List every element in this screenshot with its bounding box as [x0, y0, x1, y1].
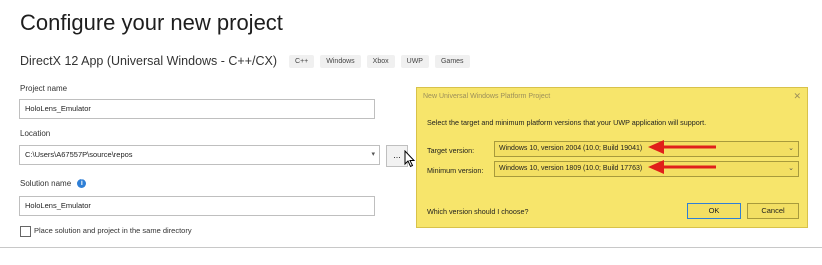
target-version-value: Windows 10, version 2004 (10.0; Build 19…	[499, 145, 643, 152]
chevron-down-icon[interactable]: ⌄	[788, 162, 794, 176]
chevron-down-icon[interactable]: ▾	[371, 146, 375, 164]
location-value: C:\Users\A67557P\source\repos	[25, 150, 133, 159]
ok-button[interactable]: OK	[687, 203, 741, 219]
tag-games: Games	[434, 54, 470, 68]
page-title: Configure your new project	[20, 10, 283, 35]
solution-name-label: Solution name i	[20, 179, 87, 189]
tag-windows: Windows	[320, 54, 361, 68]
target-version-select[interactable]: Windows 10, version 2004 (10.0; Build 19…	[494, 141, 799, 157]
target-version-label: Target version:	[427, 146, 475, 155]
uwp-version-dialog: New Universal Windows Platform Project ✕…	[416, 87, 808, 228]
dialog-titlebar: New Universal Windows Platform Project ✕	[417, 88, 807, 106]
red-arrow-icon	[648, 140, 716, 154]
info-icon[interactable]: i	[77, 179, 87, 189]
version-help-link[interactable]: Which version should I choose?	[427, 207, 528, 216]
dialog-instructions: Select the target and minimum platform v…	[427, 118, 707, 127]
dialog-title: New Universal Windows Platform Project	[423, 93, 551, 100]
project-name-input[interactable]: HoloLens_Emulator	[19, 99, 375, 119]
divider	[0, 247, 822, 248]
same-directory-label: Place solution and project in the same d…	[34, 226, 192, 235]
tag-cpp: C++	[289, 54, 315, 68]
same-directory-checkbox[interactable]	[20, 226, 31, 237]
minimum-version-value: Windows 10, version 1809 (10.0; Build 17…	[499, 165, 643, 172]
cancel-button[interactable]: Cancel	[747, 203, 799, 219]
solution-name-input[interactable]: HoloLens_Emulator	[19, 196, 375, 216]
template-name: DirectX 12 App (Universal Windows - C++/…	[20, 54, 278, 68]
location-combobox[interactable]: C:\Users\A67557P\source\repos ▾	[19, 145, 380, 165]
template-row: DirectX 12 App (Universal Windows - C++/…	[20, 54, 470, 68]
mouse-cursor-icon	[404, 150, 416, 168]
tag-uwp: UWP	[400, 54, 429, 68]
tag-xbox: Xbox	[366, 54, 395, 68]
red-arrow-icon	[648, 160, 716, 174]
project-name-label: Project name	[20, 84, 68, 93]
close-icon[interactable]: ✕	[793, 91, 801, 102]
minimum-version-label: Minimum version:	[427, 166, 484, 175]
chevron-down-icon[interactable]: ⌄	[788, 142, 794, 156]
location-label: Location	[20, 129, 51, 138]
minimum-version-select[interactable]: Windows 10, version 1809 (10.0; Build 17…	[494, 161, 799, 177]
